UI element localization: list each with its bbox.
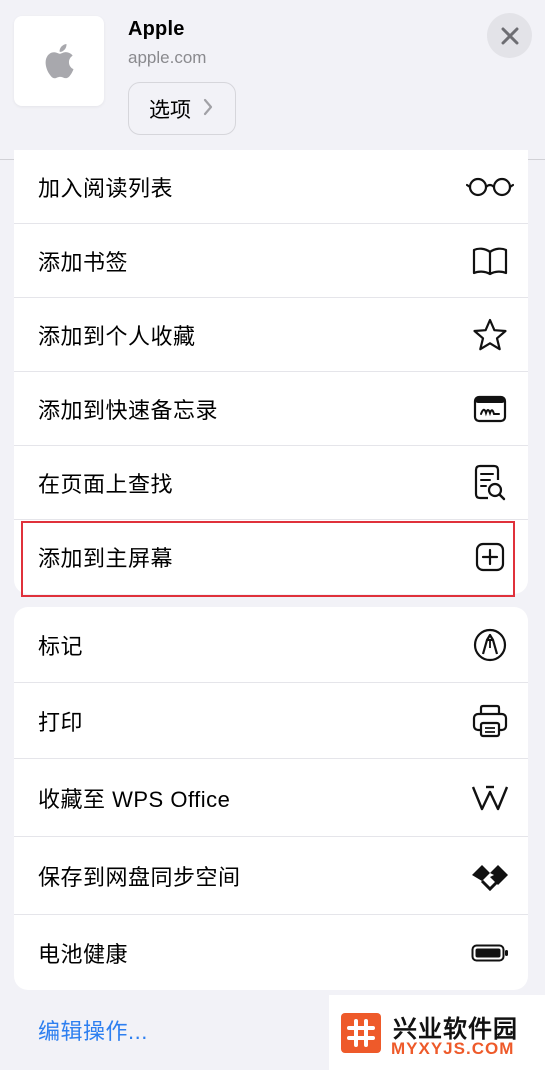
quick-note-icon xyxy=(466,389,514,429)
action-row-quick-note[interactable]: 添加到快速备忘录 xyxy=(14,372,528,446)
action-row-save-to-sync-space[interactable]: 保存到网盘同步空间 xyxy=(14,837,528,915)
site-url: apple.com xyxy=(128,48,207,67)
action-row-wps-office[interactable]: 收藏至 WPS Office xyxy=(14,759,528,837)
options-label: 选项 xyxy=(149,98,191,122)
action-row-battery-health[interactable]: 电池健康 xyxy=(14,915,528,990)
site-icon xyxy=(14,16,104,106)
action-row-bookmark[interactable]: 添加书签 xyxy=(14,224,528,298)
plus-square-icon xyxy=(466,537,514,577)
action-row-find-on-page[interactable]: 在页面上查找 xyxy=(14,446,528,520)
wps-icon xyxy=(466,778,514,818)
primary-actions-group: 加入阅读列表 添加书签 添加到个人收藏 添加到快速备忘录 在页面上查找 添加到主… xyxy=(14,150,528,594)
book-icon xyxy=(466,241,514,281)
star-icon xyxy=(466,315,514,355)
share-sheet-header: Apple apple.com 选项 xyxy=(0,0,545,160)
close-icon xyxy=(501,27,518,44)
action-label: 加入阅读列表 xyxy=(38,176,174,201)
printer-icon xyxy=(466,701,514,741)
chevron-right-icon xyxy=(203,98,213,120)
action-row-reading-list[interactable]: 加入阅读列表 xyxy=(14,150,528,224)
watermark: 兴业软件园 MYXYJS.COM xyxy=(329,995,545,1070)
action-label: 添加到快速备忘录 xyxy=(38,398,219,423)
action-row-favorites[interactable]: 添加到个人收藏 xyxy=(14,298,528,372)
secondary-actions-group: 标记 打印 收藏至 WPS Office 保存到网盘同步空间 电池健康 xyxy=(14,607,528,990)
action-label: 电池健康 xyxy=(38,941,129,967)
markup-icon xyxy=(466,625,514,665)
action-row-print[interactable]: 打印 xyxy=(14,683,528,759)
action-label: 添加到个人收藏 xyxy=(38,324,196,349)
action-label: 收藏至 WPS Office xyxy=(38,787,231,812)
sync-space-icon xyxy=(466,856,514,896)
options-button[interactable]: 选项 xyxy=(128,82,236,135)
battery-icon xyxy=(466,933,514,973)
action-label: 添加到主屏幕 xyxy=(38,546,174,571)
action-row-add-to-home-screen[interactable]: 添加到主屏幕 xyxy=(14,520,528,594)
action-label: 标记 xyxy=(38,634,84,659)
site-title: Apple xyxy=(128,18,185,40)
watermark-logo-icon xyxy=(341,1013,381,1053)
action-label: 打印 xyxy=(38,710,84,735)
action-label: 保存到网盘同步空间 xyxy=(38,865,241,890)
watermark-domain: MYXYJS.COM xyxy=(391,1039,515,1058)
find-on-page-icon xyxy=(466,463,514,503)
action-label: 添加书签 xyxy=(38,250,129,275)
action-label: 在页面上查找 xyxy=(38,472,174,497)
glasses-icon xyxy=(466,167,514,207)
apple-logo-icon xyxy=(45,43,74,79)
edit-actions-link[interactable]: 编辑操作... xyxy=(38,1014,148,1046)
close-button[interactable] xyxy=(487,13,532,58)
action-row-markup[interactable]: 标记 xyxy=(14,607,528,683)
